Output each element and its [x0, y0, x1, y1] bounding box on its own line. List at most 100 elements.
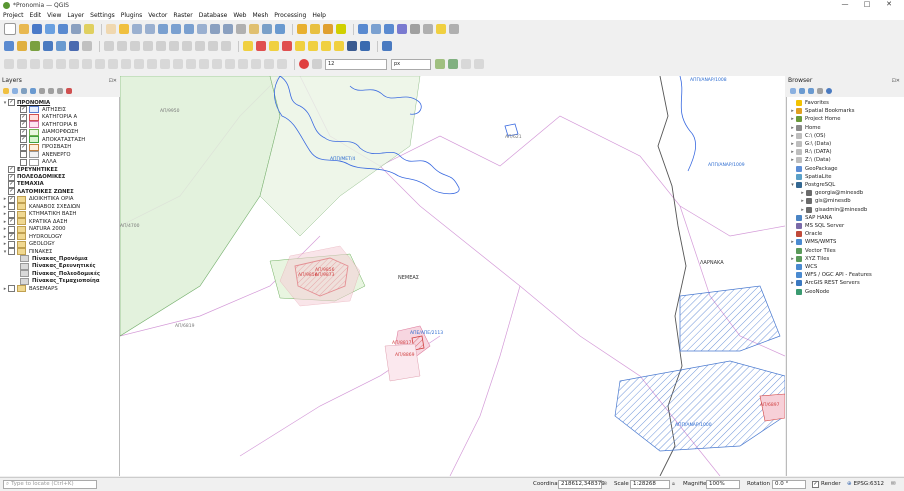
- collapse-all-icon[interactable]: [57, 88, 63, 94]
- layer-item[interactable]: Πίνακας_Τεμαχιοποίηα: [14, 277, 99, 285]
- offset-point-symbols-icon[interactable]: [186, 59, 196, 69]
- unit-combo[interactable]: px: [391, 58, 431, 70]
- browser-item[interactable]: SpatiaLite: [789, 173, 832, 181]
- layer-visibility-checkbox[interactable]: ✓: [20, 143, 27, 151]
- panel-close-icon[interactable]: ⊡✕: [109, 78, 117, 84]
- data-source-manager-icon[interactable]: [4, 41, 14, 51]
- browser-item[interactable]: ▸ Spatial Bookmarks: [789, 107, 855, 115]
- layer-visibility-checkbox[interactable]: ✓: [8, 99, 15, 106]
- snap-intersection-icon[interactable]: [448, 59, 458, 69]
- diagram-options-icon[interactable]: [334, 41, 344, 51]
- deselect-icon[interactable]: [323, 24, 333, 34]
- enable-tracing-icon[interactable]: [461, 59, 471, 69]
- render-checkbox[interactable]: ✓: [812, 480, 819, 488]
- show-hide-labels-icon[interactable]: [282, 41, 292, 51]
- change-label-icon[interactable]: [321, 41, 331, 51]
- layer-item[interactable]: ✓ ΚΑΤΗΓΟΡΙΑ Β: [14, 121, 77, 129]
- undo-icon[interactable]: [208, 41, 218, 51]
- rotate-point-symbols-icon[interactable]: [173, 59, 183, 69]
- layer-visibility-checkbox[interactable]: ✓: [8, 180, 15, 188]
- show-bookmarks-icon[interactable]: [262, 24, 272, 34]
- expand-toggle-icon[interactable]: ▸: [789, 239, 796, 245]
- layer-item[interactable]: Πίνακας_Προνόμια: [14, 255, 88, 263]
- browser-item[interactable]: ▸ ArcGIS REST Servers: [789, 279, 860, 287]
- layer-item[interactable]: ✓ ΑΙΤΗΣΕΙΣ: [14, 106, 66, 114]
- add-wfs-layer-icon[interactable]: [69, 41, 79, 51]
- add-ring-icon[interactable]: [30, 59, 40, 69]
- browser-item[interactable]: GeoNode: [789, 288, 829, 296]
- delete-selected-icon[interactable]: [156, 41, 166, 51]
- layer-item[interactable]: ▸ GEOLOGY: [2, 240, 55, 248]
- browser-item[interactable]: GeoPackage: [789, 165, 838, 173]
- zoom-selection-icon[interactable]: [171, 24, 181, 34]
- remove-layer-icon[interactable]: [66, 88, 72, 94]
- layer-visibility-checkbox[interactable]: [8, 225, 15, 233]
- menu-edit[interactable]: Edit: [30, 12, 42, 19]
- layer-item[interactable]: ✓ ΕΡΕΥΝΗΤΙΚΕΣ: [2, 166, 58, 174]
- annotation-icon[interactable]: [436, 24, 446, 34]
- add-raster-layer-icon[interactable]: [30, 41, 40, 51]
- layer-item[interactable]: ΑΛΛΑ: [14, 158, 57, 166]
- layer-item[interactable]: ✓ ΚΑΤΗΓΟΡΙΑ Α: [14, 113, 77, 121]
- select-by-value-icon[interactable]: [310, 24, 320, 34]
- close-button[interactable]: ✕: [880, 0, 898, 8]
- tracing-icon[interactable]: [17, 59, 27, 69]
- layer-item[interactable]: ▸ BASEMAPS: [2, 285, 58, 293]
- delete-ring-icon[interactable]: [69, 59, 79, 69]
- shape-digitizing-icon[interactable]: [277, 59, 287, 69]
- layer-item[interactable]: ✓ ΑΠΟΚΑΤΑΣΤΑΣΗ: [14, 136, 85, 144]
- statistical-summary-icon[interactable]: [397, 24, 407, 34]
- browser-item[interactable]: ▸ C:\ (OS): [789, 132, 826, 140]
- scale-lock-icon[interactable]: 🔒︎: [672, 481, 675, 488]
- toggle-editing-icon[interactable]: [104, 41, 114, 51]
- layer-item[interactable]: ✓ ΛΑΤΟΜΙΚΕΣ ΖΩΝΕΣ: [2, 188, 74, 196]
- menu-database[interactable]: Database: [199, 12, 228, 19]
- browser-item[interactable]: ▸ Home: [789, 124, 821, 132]
- new-print-layout-icon[interactable]: [58, 24, 68, 34]
- expand-toggle-icon[interactable]: ▸: [789, 141, 796, 147]
- coordinate-field[interactable]: 218612,348379: [558, 479, 605, 489]
- zoom-layer-icon[interactable]: [184, 24, 194, 34]
- reverse-line-icon[interactable]: [199, 59, 209, 69]
- style-manager-icon[interactable]: [84, 24, 94, 34]
- browser-item[interactable]: ▸ gis@minesdb: [799, 197, 851, 205]
- settings-icon[interactable]: [449, 24, 459, 34]
- menu-processing[interactable]: Processing: [274, 12, 306, 19]
- menu-view[interactable]: View: [47, 12, 61, 19]
- zoom-native-icon[interactable]: [197, 24, 207, 34]
- browser-filter-icon[interactable]: [808, 88, 814, 94]
- rotation-spinbox[interactable]: 0.0 °: [772, 479, 806, 489]
- new-map-view-icon[interactable]: [236, 24, 246, 34]
- layer-visibility-checkbox[interactable]: [20, 151, 27, 159]
- cut-features-icon[interactable]: [169, 41, 179, 51]
- maximize-button[interactable]: □: [858, 0, 876, 8]
- new-project-icon[interactable]: [4, 23, 16, 35]
- browser-close-icon[interactable]: ⊡✕: [892, 78, 900, 84]
- zoom-in-icon[interactable]: [132, 24, 142, 34]
- browser-item[interactable]: Vector Tiles: [789, 247, 836, 255]
- scale-combo[interactable]: 1:28268: [630, 479, 670, 489]
- expand-all-icon[interactable]: [48, 88, 54, 94]
- add-part-icon[interactable]: [43, 59, 53, 69]
- layer-visibility-checkbox[interactable]: ✓: [8, 173, 15, 181]
- crs-label[interactable]: EPSG:6312: [854, 481, 884, 487]
- layer-visibility-checkbox[interactable]: ✓: [8, 188, 15, 196]
- split-parts-icon[interactable]: [134, 59, 144, 69]
- menu-mesh[interactable]: Mesh: [252, 12, 268, 19]
- toolbox-icon[interactable]: [384, 24, 394, 34]
- layer-item[interactable]: ▾ ✓ ΠΡΟΝΟΜΙΑ: [2, 99, 50, 106]
- expand-toggle-icon[interactable]: ▸: [789, 108, 796, 114]
- map-canvas[interactable]: ΝΕΜΕΑΣ ΛΑΡΝΑΚΑ ΑΠΠ/ΑΝΑΡ/1008 ΑΠΠ/ΑΝΑΡ/10…: [120, 76, 785, 476]
- expand-toggle-icon[interactable]: ▸: [799, 198, 806, 204]
- label-tool-icon[interactable]: [243, 41, 253, 51]
- panel-toggle-icon[interactable]: [382, 41, 392, 51]
- layer-visibility-checkbox[interactable]: [8, 203, 15, 211]
- layer-item[interactable]: ✓ ΔΙΑΜΟΡΦΩΣΗ: [14, 128, 78, 136]
- vertex-tool-icon[interactable]: [143, 41, 153, 51]
- browser-item[interactable]: ▸ XYZ Tiles: [789, 255, 829, 263]
- pan-to-selection-icon[interactable]: [119, 24, 129, 34]
- layer-visibility-checkbox[interactable]: ✓: [20, 136, 27, 144]
- rotate-label-icon[interactable]: [308, 41, 318, 51]
- open-project-icon[interactable]: [19, 24, 29, 34]
- menu-web[interactable]: Web: [233, 12, 246, 19]
